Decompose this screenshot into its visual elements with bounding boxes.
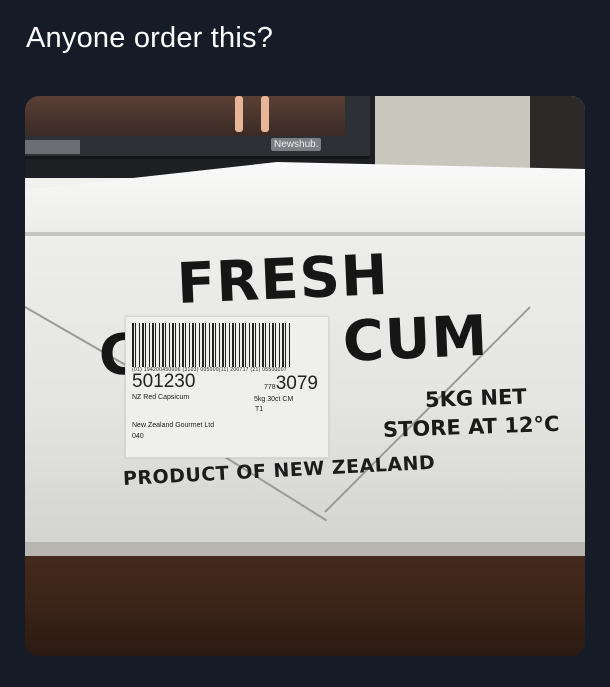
leg-left: [235, 96, 243, 132]
box-text-net: 5KG NET: [424, 384, 528, 412]
label-code-2: 7783079: [264, 373, 318, 395]
label-number: 040: [132, 433, 144, 440]
monitor-glare: [25, 140, 80, 154]
box-bottom-edge: [25, 542, 585, 556]
label-code-1: 501230: [132, 371, 196, 392]
barcode: [132, 323, 292, 367]
product-label: (01) 194200450006 (3103) 005000(11) 2007…: [125, 316, 329, 458]
box-text-cum: CUM: [341, 303, 490, 375]
background-monitor: Newshub.: [25, 96, 370, 159]
label-product-name: NZ Red Capsicum: [132, 394, 190, 401]
label-weight: 5kg 30ct CM: [254, 396, 294, 403]
newshub-watermark: Newshub.: [271, 138, 322, 151]
box-text-fresh: FRESH: [175, 242, 391, 317]
label-code-2-prefix: 778: [264, 384, 276, 391]
monitor-screen: [25, 96, 345, 136]
label-code-2-number: 3079: [275, 373, 318, 394]
tweet-photo[interactable]: Newshub. FRESH C CUM (01) 194200450006 (…: [25, 96, 585, 656]
leg-right: [261, 96, 269, 132]
label-grade: T1: [255, 406, 264, 413]
tweet-text: Anyone order this?: [26, 22, 274, 54]
label-company: New Zealand Gourmet Ltd: [132, 422, 215, 429]
box-lid-edge: [25, 232, 585, 236]
